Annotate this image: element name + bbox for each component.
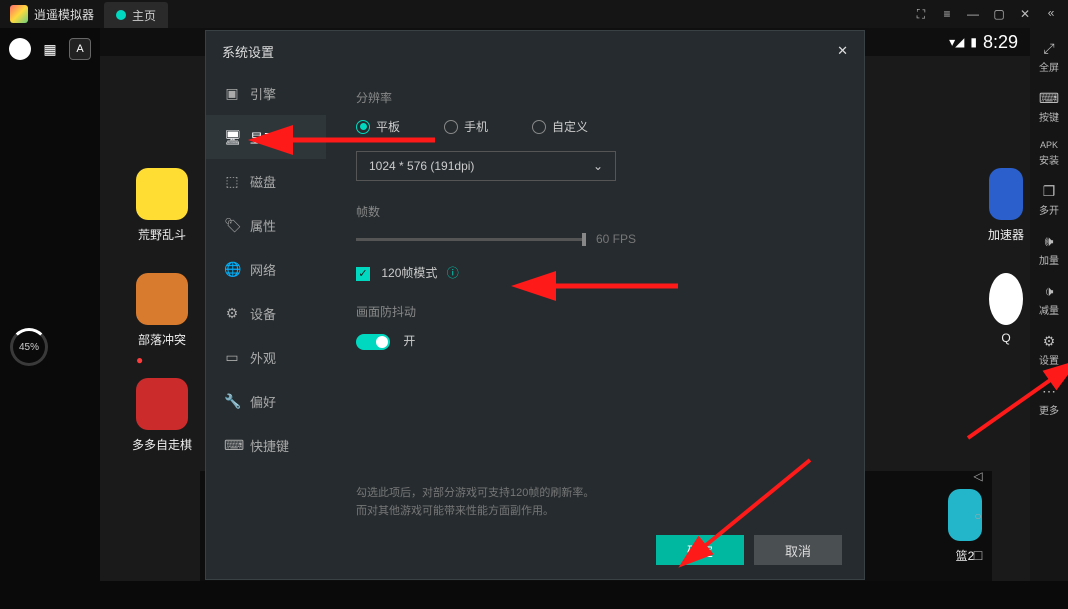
dots-icon: ⋯	[1042, 383, 1056, 400]
title-bar: 逍遥模拟器 主页 ⛶ ≡ — ▢ ✕ »	[0, 0, 1068, 28]
clock: 8:29	[983, 32, 1018, 53]
right-sidebar: ⤢全屏 ⌨按键 APK安装 ❐多开 🕪加量 🕩减量 ⚙设置 ⋯更多	[1030, 28, 1068, 581]
tab-home[interactable]: 主页	[104, 2, 168, 28]
radio-tablet[interactable]: 平板	[356, 118, 400, 135]
volume-up-icon: 🕪	[1045, 233, 1054, 250]
modal-footer: 确定 取消	[656, 535, 842, 565]
text-a-icon[interactable]: A	[69, 38, 91, 60]
app-item[interactable]: 部落冲突	[132, 273, 192, 348]
tab-label: 主页	[132, 7, 156, 24]
app-item[interactable]: ●多多自走棋	[132, 378, 192, 453]
app-item[interactable]: 荒野乱斗	[132, 168, 192, 243]
info-icon[interactable]: ⓘ	[447, 266, 459, 280]
maximize-icon[interactable]: ▢	[986, 1, 1012, 27]
apps-grid-icon[interactable]: ▦	[39, 38, 61, 60]
cancel-button[interactable]: 取消	[754, 535, 842, 565]
antishake-label: 开	[403, 334, 415, 348]
gear-icon: ⚙	[1043, 333, 1056, 350]
keyboard-icon: ⌨	[224, 437, 240, 454]
fps-slider[interactable]	[356, 238, 586, 241]
battery-icon: ▮	[970, 35, 977, 49]
back-icon[interactable]: ◁	[973, 469, 982, 483]
snav-attr[interactable]: 🏷属性	[206, 203, 326, 247]
apk-icon: APK	[1040, 140, 1058, 150]
rsb-more[interactable]: ⋯更多	[1031, 377, 1067, 423]
modal-header: 系统设置 ✕	[206, 31, 864, 71]
snav-display[interactable]: 🖥显示	[206, 115, 326, 159]
fullscreen-icon[interactable]: ⛶	[908, 1, 934, 27]
engine-icon: ▣	[224, 85, 240, 102]
left-toolbar: ▦ A	[0, 28, 100, 581]
more-icon[interactable]: »	[1038, 1, 1064, 27]
radio-custom[interactable]: 自定义	[532, 118, 588, 135]
fps-120-label: 120帧模式	[381, 266, 437, 280]
recents-icon[interactable]: ☐	[973, 549, 984, 563]
tab-icon	[116, 10, 126, 20]
home-nav-icon[interactable]: ○	[974, 509, 981, 523]
toggle-on-icon	[356, 334, 390, 350]
wifi-icon: ▾◢	[949, 35, 964, 49]
home-apps-left: 荒野乱斗 部落冲突 ●多多自走棋	[132, 168, 192, 453]
snav-appearance[interactable]: ▭外观	[206, 335, 326, 379]
multi-icon: ❐	[1043, 183, 1056, 200]
expand-icon: ⤢	[1043, 40, 1054, 57]
menu-icon[interactable]: ≡	[934, 1, 960, 27]
resolution-radios: 平板 手机 自定义	[356, 118, 834, 135]
snav-engine[interactable]: ▣引擎	[206, 71, 326, 115]
minimize-icon[interactable]: —	[960, 1, 986, 27]
settings-content: 分辨率 平板 手机 自定义 1024 * 576 (191dpi) ⌄ 帧数 6…	[326, 71, 864, 579]
snav-device[interactable]: ⚙设备	[206, 291, 326, 335]
rsb-fullscreen[interactable]: ⤢全屏	[1031, 34, 1067, 80]
app-item[interactable]: 加速器	[988, 168, 1024, 243]
snav-pref[interactable]: 🔧偏好	[206, 379, 326, 423]
rsb-keymap[interactable]: ⌨按键	[1031, 84, 1067, 130]
fps-title: 帧数	[356, 203, 834, 220]
rsb-install[interactable]: APK安装	[1031, 134, 1067, 173]
settings-modal: 系统设置 ✕ ▣引擎 🖥显示 ⬚磁盘 🏷属性 🌐网络 ⚙设备 ▭外观 🔧偏好 ⌨…	[205, 30, 865, 580]
resolution-select[interactable]: 1024 * 576 (191dpi) ⌄	[356, 151, 616, 181]
modal-title: 系统设置	[222, 42, 274, 61]
fps-120-row[interactable]: ✓ 120帧模式 ⓘ	[356, 264, 834, 281]
cog-icon: ⚙	[224, 305, 240, 322]
rsb-settings[interactable]: ⚙设置	[1031, 327, 1067, 373]
app-name: 逍遥模拟器	[34, 6, 94, 23]
radio-phone[interactable]: 手机	[444, 118, 488, 135]
snav-network[interactable]: 🌐网络	[206, 247, 326, 291]
modal-close-icon[interactable]: ✕	[837, 43, 848, 59]
keyboard-icon: ⌨	[1039, 90, 1059, 107]
android-nav: ◁ ○ ☐	[964, 469, 992, 563]
home-apps-right: 加速器 Q	[988, 168, 1024, 345]
snav-hotkey[interactable]: ⌨快捷键	[206, 423, 326, 467]
volume-down-icon: 🕩	[1045, 283, 1054, 300]
app-item[interactable]: Q	[988, 273, 1024, 345]
tag-icon: 🏷	[224, 217, 240, 234]
rsb-voldown[interactable]: 🕩减量	[1031, 277, 1067, 323]
settings-nav: ▣引擎 🖥显示 ⬚磁盘 🏷属性 🌐网络 ⚙设备 ▭外观 🔧偏好 ⌨快捷键	[206, 71, 326, 579]
snav-disk[interactable]: ⬚磁盘	[206, 159, 326, 203]
app-logo	[10, 5, 28, 23]
fps-value: 60 FPS	[596, 232, 636, 246]
rsb-multi[interactable]: ❐多开	[1031, 177, 1067, 223]
checkbox-checked-icon: ✓	[356, 267, 370, 281]
rsb-volup[interactable]: 🕪加量	[1031, 227, 1067, 273]
antishake-row[interactable]: 开	[356, 332, 834, 350]
ok-button[interactable]: 确定	[656, 535, 744, 565]
resolution-title: 分辨率	[356, 89, 834, 106]
progress-ring: 45%	[10, 328, 48, 366]
antishake-title: 画面防抖动	[356, 303, 834, 320]
wrench-icon: 🔧	[224, 393, 240, 410]
disk-icon: ⬚	[224, 173, 240, 190]
close-icon[interactable]: ✕	[1012, 1, 1038, 27]
window-icon: ▭	[224, 349, 240, 366]
hint-text: 勾选此项后，对部分游戏可支持120帧的刷新率。 而对其他游戏可能带来性能方面副作…	[356, 484, 594, 521]
chevron-down-icon: ⌄	[593, 159, 603, 173]
globe-icon: 🌐	[224, 261, 240, 278]
home-icon[interactable]	[9, 38, 31, 60]
monitor-icon: 🖥	[224, 129, 240, 146]
